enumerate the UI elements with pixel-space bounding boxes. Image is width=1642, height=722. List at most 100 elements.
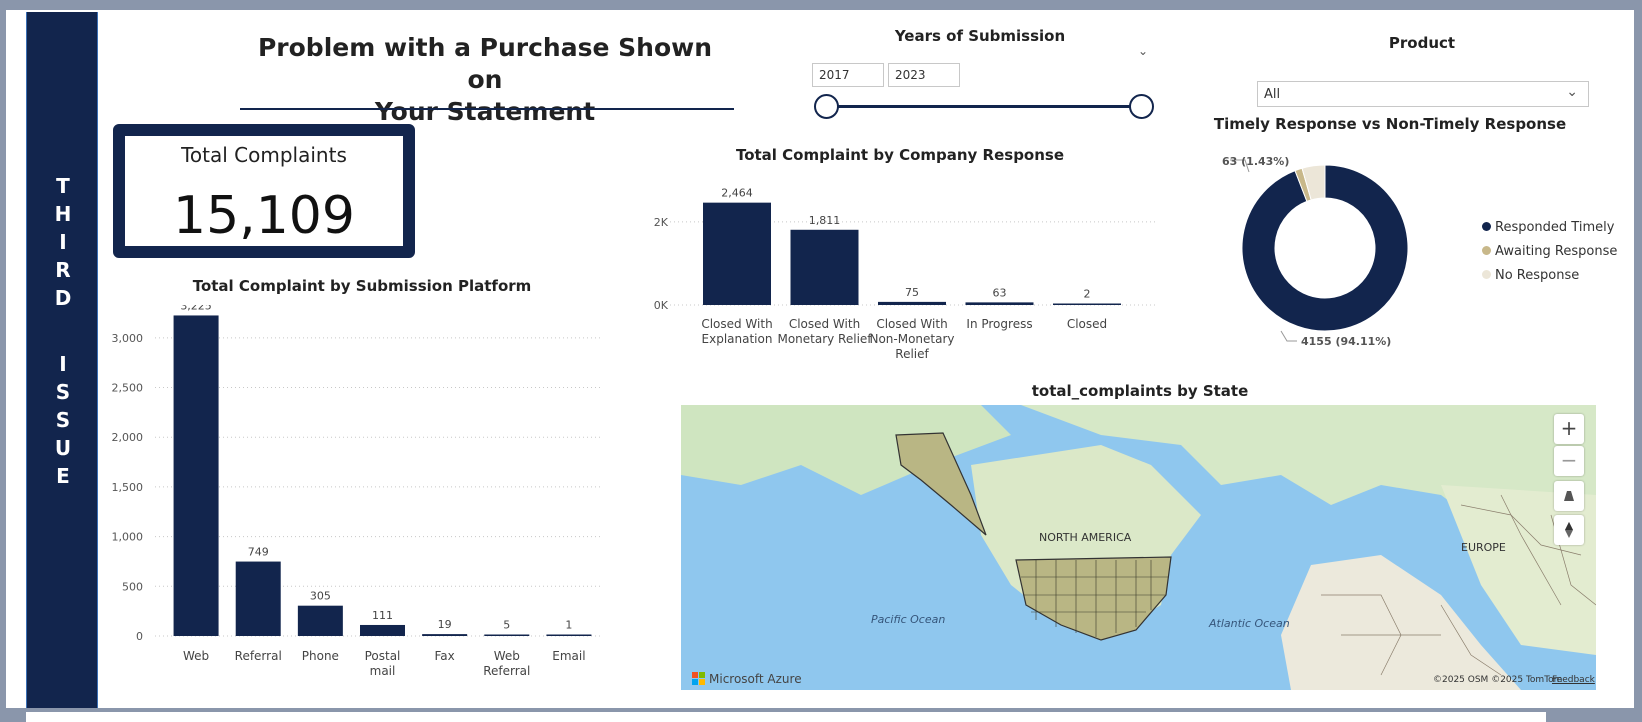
kpi-label: Total Complaints	[181, 143, 347, 167]
y-tick-label: 2K	[654, 216, 669, 229]
page-title-line: Problem with a Purchase Shown on	[257, 33, 713, 94]
side-letter: R	[55, 258, 71, 282]
bar[interactable]	[703, 202, 771, 305]
x-tick-label: Postal	[365, 649, 401, 663]
x-tick-label: Referral	[483, 664, 530, 678]
product-dropdown-value: All	[1264, 87, 1281, 102]
data-label: 5	[503, 619, 510, 632]
zoom-in-button[interactable]: +	[1554, 414, 1584, 444]
year-range-track[interactable]	[826, 105, 1142, 108]
y-tick-label: 500	[122, 580, 143, 593]
zoom-out-button[interactable]: −	[1554, 446, 1584, 476]
response-chart-title: Total Complaint by Company Response	[735, 146, 1065, 164]
donut-chart-title: Timely Response vs Non-Timely Response	[1213, 115, 1567, 133]
x-tick-label: Fax	[435, 649, 455, 663]
legend-item[interactable]: No Response	[1482, 268, 1579, 283]
years-slicer-title: Years of Submission	[894, 27, 1066, 45]
leader-line	[1280, 330, 1297, 342]
response-bar-chart: 0K2K2,464Closed WithExplanation1,811Clos…	[654, 187, 1155, 361]
side-letter: H	[54, 202, 72, 226]
slice-label: 4155 (94.11%)	[1301, 335, 1391, 348]
data-label: 749	[248, 546, 269, 559]
bar[interactable]	[1053, 303, 1121, 306]
data-label: 305	[310, 590, 331, 603]
report-canvas: T H I R D I S S U E Problem with a Purch…	[0, 0, 1642, 722]
data-label: 111	[372, 609, 393, 622]
x-tick-label: Phone	[302, 649, 339, 663]
legend-dot	[1482, 270, 1491, 279]
year-to-handle[interactable]	[1129, 94, 1154, 119]
bottom-strip	[26, 712, 1546, 722]
x-tick-label: Closed With	[789, 317, 860, 331]
bar[interactable]	[878, 301, 946, 305]
side-letter: T	[56, 174, 70, 198]
x-tick-label: Closed With	[701, 317, 772, 331]
map-label: EUROPE	[1461, 541, 1506, 554]
x-tick-label: mail	[370, 664, 396, 678]
map-attribution: ©2025 OSM ©2025 TomTom	[1433, 675, 1563, 685]
map-background	[681, 405, 1596, 690]
data-label: 63	[993, 286, 1007, 299]
y-tick-label: 3,000	[112, 332, 144, 345]
bar[interactable]	[546, 634, 592, 637]
x-tick-label: Web	[183, 649, 209, 663]
year-from-input[interactable]: 2017	[812, 63, 884, 87]
pitch-toggle-button[interactable]	[1554, 481, 1584, 511]
year-from-handle[interactable]	[814, 94, 839, 119]
data-label: 2,464	[721, 187, 753, 200]
side-letter: E	[56, 464, 70, 488]
map-title: total_complaints by State	[1031, 382, 1249, 400]
chevron-down-icon[interactable]: ⌄	[1138, 44, 1148, 58]
legend-label: Responded Timely	[1495, 220, 1615, 235]
bar[interactable]	[297, 605, 343, 636]
state-map[interactable]: NORTH AMERICA EUROPE Pacific Ocean Atlan…	[681, 405, 1596, 690]
product-dropdown[interactable]: All ⌄	[1257, 81, 1589, 107]
y-tick-label: 1,000	[112, 531, 144, 544]
year-to-input[interactable]: 2023	[888, 63, 960, 87]
side-letter: S	[55, 408, 71, 432]
compass-icon	[1565, 522, 1573, 538]
data-label: 1	[565, 619, 572, 632]
x-tick-label: Web	[494, 649, 520, 663]
bar[interactable]	[360, 624, 405, 636]
y-tick-label: 2,500	[112, 382, 144, 395]
side-banner: T H I R D I S S U E	[26, 12, 98, 708]
legend-dot	[1482, 246, 1491, 255]
bar[interactable]	[790, 229, 859, 305]
total-complaints-card[interactable]: Total Complaints 15,109	[113, 124, 415, 258]
product-slicer-title: Product	[1388, 34, 1456, 52]
map-label: Atlantic Ocean	[1209, 617, 1290, 630]
x-tick-label: Email	[552, 649, 585, 663]
compass-button[interactable]	[1554, 515, 1584, 545]
y-tick-label: 0K	[654, 299, 669, 312]
bar[interactable]	[235, 561, 281, 636]
legend-item[interactable]: Responded Timely	[1482, 220, 1614, 235]
legend-item[interactable]: Awaiting Response	[1482, 244, 1617, 259]
platform-bar-chart: 0 500 1,000 1,500 2,000 2,500 3,000 3,225 Web 749…	[112, 305, 600, 678]
microsoft-logo-icon	[692, 672, 705, 685]
title-divider	[240, 108, 734, 110]
side-letter: U	[54, 436, 72, 460]
bar[interactable]	[484, 634, 530, 637]
x-tick-label: Relief	[895, 347, 929, 361]
legend-label: Awaiting Response	[1495, 244, 1618, 259]
y-tick-label: 2,000	[112, 431, 144, 444]
platform-chart-title: Total Complaint by Submission Platform	[192, 277, 532, 295]
data-label: 75	[905, 286, 919, 299]
map-label: Pacific Ocean	[871, 613, 946, 626]
side-letter: I	[59, 352, 67, 376]
legend-dot	[1482, 222, 1491, 231]
data-label: 1,811	[809, 214, 841, 227]
data-label: 19	[438, 618, 452, 631]
x-tick-label: Closed With	[876, 317, 947, 331]
side-letter: D	[54, 286, 72, 310]
page-title: Problem with a Purchase Shown on Your Sta…	[240, 32, 730, 128]
bar[interactable]	[965, 302, 1034, 305]
x-tick-label: Explanation	[702, 332, 773, 346]
bar[interactable]	[173, 315, 219, 636]
map-feedback-link[interactable]: Feedback	[1552, 675, 1595, 685]
data-label: 3,225	[180, 305, 212, 312]
bar[interactable]	[422, 634, 468, 636]
map-brand: Microsoft Azure	[709, 672, 802, 686]
x-tick-label: In Progress	[966, 317, 1032, 331]
